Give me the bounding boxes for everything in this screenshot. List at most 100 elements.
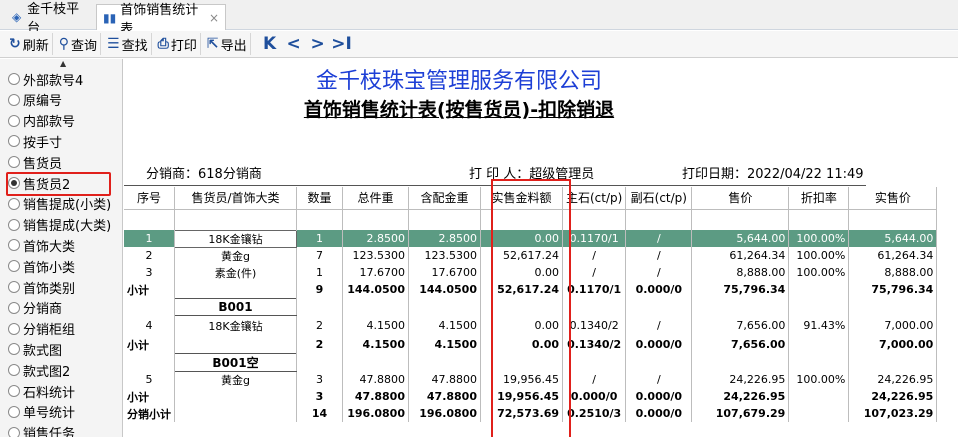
radio-button[interactable]	[8, 364, 20, 377]
table-cell: 8,888.00	[848, 264, 938, 281]
column-header[interactable]: 售货员/首饰大类	[174, 187, 297, 210]
column-header[interactable]: 数量	[296, 187, 343, 210]
radio-option[interactable]: 款式图	[8, 339, 62, 359]
prev-page-button[interactable]: <	[282, 34, 306, 54]
radio-label: 原编号	[23, 94, 63, 110]
scroll-up-icon[interactable]: ▲	[60, 59, 66, 68]
table-cell: /	[625, 247, 693, 264]
search-icon: ⚲	[58, 36, 70, 52]
radio-button[interactable]	[8, 156, 20, 169]
table-cell: 18K金镶钻	[174, 315, 297, 336]
radio-button[interactable]	[8, 197, 20, 210]
table-cell: 5,644.00	[691, 230, 790, 247]
radio-option[interactable]: 分销商	[8, 298, 62, 318]
tab-platform[interactable]: ◈ 金千枝平台	[4, 2, 94, 36]
table-cell: 1	[296, 230, 343, 247]
table-cell: 75,796.34	[691, 281, 790, 298]
radio-option[interactable]: 分销柜组	[8, 319, 75, 339]
table-cell: 小计	[124, 336, 175, 353]
radio-option[interactable]: 原编号	[8, 90, 62, 110]
radio-button[interactable]	[8, 239, 20, 252]
table-cell	[562, 353, 627, 371]
group-label: B001	[174, 297, 297, 316]
company-name: 金千枝珠宝管理服务有限公司	[315, 69, 602, 94]
radio-label: 外部款号4	[23, 73, 84, 89]
radio-button[interactable]	[8, 426, 20, 437]
table-cell	[408, 353, 481, 371]
radio-button[interactable]	[8, 281, 20, 293]
table-cell	[408, 209, 481, 230]
table-cell: 0.2510/3	[562, 405, 627, 422]
table-cell	[691, 209, 790, 230]
table-cell: 8,888.00	[691, 264, 790, 281]
next-page-button[interactable]: >	[306, 34, 330, 54]
table-cell: 47.8800	[342, 388, 409, 405]
radio-option[interactable]: 按手寸	[8, 131, 62, 151]
first-page-button[interactable]: K	[258, 34, 282, 54]
table-cell: 24,226.95	[848, 388, 938, 405]
highlight-box	[6, 172, 111, 196]
export-button[interactable]: ⇱ 导出	[204, 33, 251, 55]
refresh-button[interactable]: ↻ 刷新	[6, 33, 53, 55]
radio-option[interactable]: 款式图2	[8, 360, 70, 380]
find-button[interactable]: ☰ 查找	[104, 33, 152, 55]
radio-button[interactable]	[8, 114, 20, 127]
radio-option[interactable]: 销售提成(小类)	[8, 194, 111, 214]
radio-option[interactable]: 外部款号4	[8, 69, 83, 89]
radio-button[interactable]	[8, 343, 20, 356]
table-cell: 196.0800	[342, 405, 409, 422]
column-header[interactable]: 实售价	[848, 187, 938, 210]
radio-option[interactable]: 销售任务	[8, 423, 75, 437]
table-cell: 107,023.29	[848, 405, 938, 422]
table-cell: 0.000/0	[625, 405, 693, 422]
radio-button[interactable]	[8, 73, 20, 85]
radio-option[interactable]: 首饰小类	[8, 256, 75, 276]
radio-option[interactable]: 首饰类别	[8, 277, 75, 297]
column-header[interactable]: 售价	[691, 187, 790, 210]
table-cell	[691, 353, 790, 371]
query-button[interactable]: ⚲ 查询	[56, 33, 102, 55]
column-header[interactable]: 折扣率	[788, 187, 850, 210]
table-cell	[788, 336, 850, 353]
table-cell: /	[562, 371, 627, 388]
radio-button[interactable]	[8, 301, 20, 314]
table-cell: 4.1500	[408, 336, 481, 353]
table-cell	[788, 209, 850, 230]
radio-button[interactable]	[8, 93, 20, 106]
radio-button[interactable]	[8, 218, 20, 231]
radio-option[interactable]: 销售提成(大类)	[8, 215, 111, 235]
column-header[interactable]: 含配金重	[408, 187, 481, 210]
column-header[interactable]: 主石(ct/p)	[562, 187, 627, 210]
radio-label: 内部款号	[23, 115, 76, 131]
print-button[interactable]: ⎙ 打印	[155, 33, 201, 55]
radio-button[interactable]	[8, 405, 20, 418]
last-page-button[interactable]: >I	[330, 34, 354, 54]
radio-option[interactable]: 售货员	[8, 152, 62, 172]
close-icon[interactable]: ×	[209, 11, 219, 25]
radio-button[interactable]	[8, 135, 20, 148]
radio-option[interactable]: 石料统计	[8, 381, 75, 401]
radio-button[interactable]	[8, 385, 20, 397]
column-header[interactable]: 序号	[124, 187, 175, 210]
table-cell: 黄金g	[174, 247, 297, 264]
radio-button[interactable]	[8, 260, 20, 273]
table-cell: 61,264.34	[691, 247, 790, 264]
radio-option[interactable]: 内部款号	[8, 111, 75, 131]
group-label: B001空	[174, 352, 297, 372]
report-type-panel: ▲ 外部款号4 原编号 内部款号 按手寸 售货员 售货员2 销售提成(小类) 销售提成(大类)…	[0, 59, 123, 437]
table-cell: /	[625, 315, 693, 336]
table-cell: 2	[296, 315, 343, 336]
table-cell: 2.8500	[342, 230, 409, 247]
column-header[interactable]: 副石(ct/p)	[625, 187, 693, 210]
radio-label: 分销柜组	[23, 323, 76, 339]
radio-button[interactable]	[8, 322, 20, 335]
column-header[interactable]: 总件重	[342, 187, 409, 210]
radio-option[interactable]: 首饰大类	[8, 235, 75, 255]
table-cell	[124, 353, 175, 371]
table-cell: 107,679.29	[691, 405, 790, 422]
table-cell	[625, 298, 693, 315]
tab-sales-report[interactable]: ▮▮ 首饰销售统计表 ×	[96, 3, 226, 37]
table-cell: 0.000/0	[625, 388, 693, 405]
table-cell	[124, 298, 175, 315]
radio-option[interactable]: 单号统计	[8, 402, 75, 422]
